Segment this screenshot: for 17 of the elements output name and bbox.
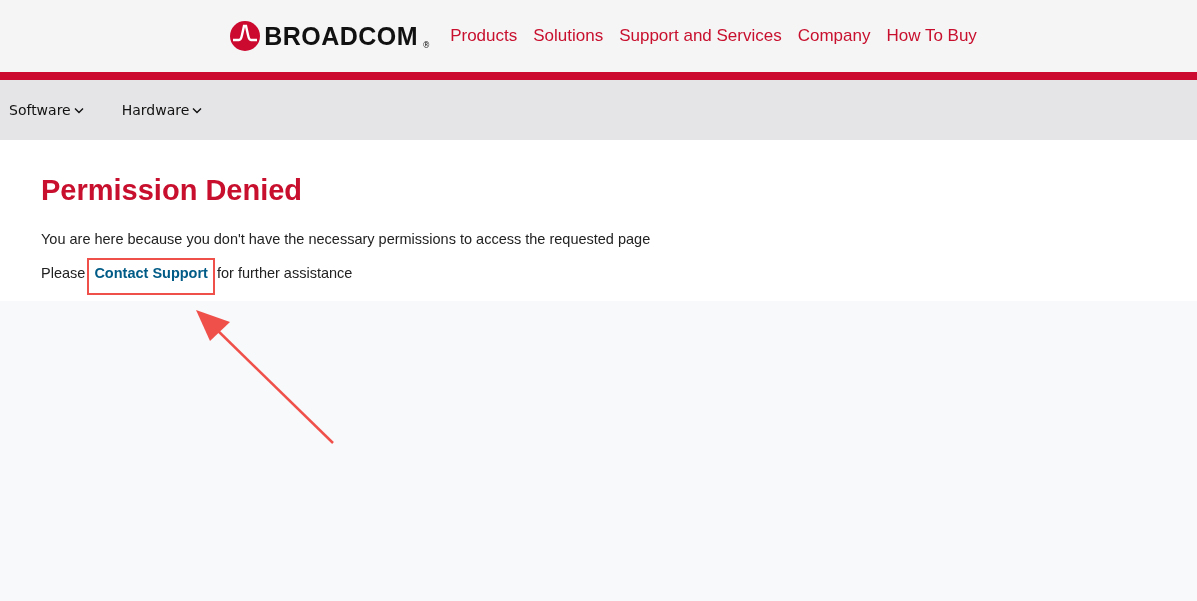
chevron-icon [73, 106, 84, 114]
logo-text[interactable]: BROADCOM [264, 21, 419, 51]
page-title: Permission Denied [41, 174, 304, 207]
help-text: Please [41, 265, 86, 281]
registered-mark: ® [422, 41, 431, 50]
nav-link[interactable]: Solutions [533, 26, 604, 46]
logo-icon[interactable] [230, 21, 261, 51]
chevron-icon [192, 106, 203, 114]
menu-dropdown[interactable]: Hardware [121, 102, 203, 118]
menu-dropdown[interactable]: Software [9, 102, 84, 118]
nav-link[interactable]: How To Buy [886, 26, 977, 46]
nav-link[interactable]: Support and Services [619, 26, 782, 46]
nav-link[interactable]: Company [797, 26, 871, 46]
help-text: for further assistance [217, 265, 353, 281]
nav-link[interactable]: Products [450, 26, 518, 46]
contact-support-link[interactable]: Contact Support [94, 265, 208, 281]
message-text: You are here because you don't have the necessary permissions to access the requested page [41, 231, 652, 247]
